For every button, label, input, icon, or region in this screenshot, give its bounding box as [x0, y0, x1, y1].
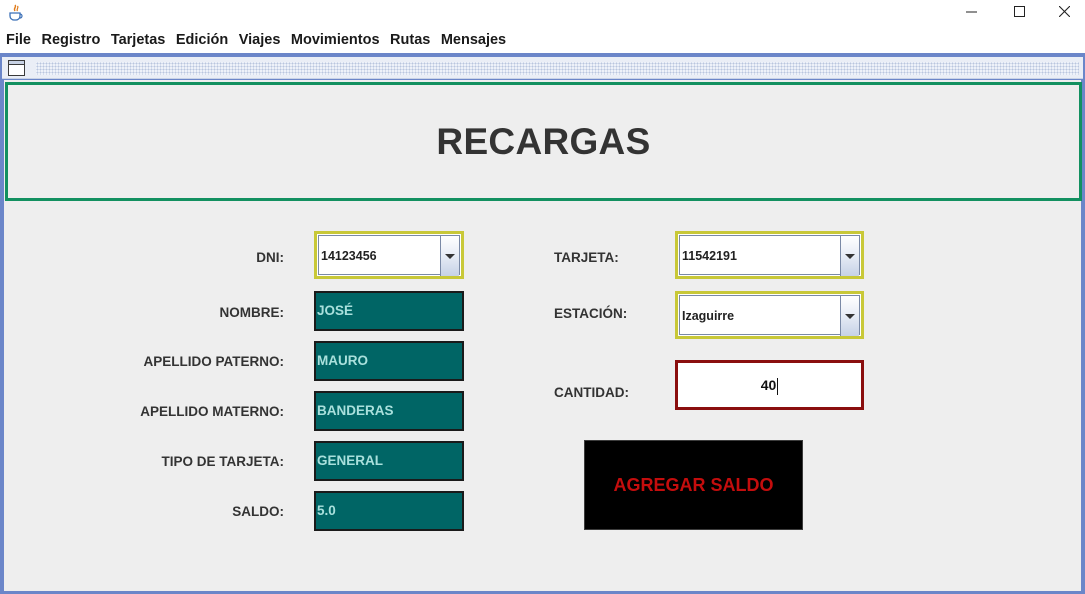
maximize-icon — [1013, 4, 1025, 22]
nombre-field[interactable]: JOSÉ — [314, 291, 464, 331]
cantidad-value: 40 — [760, 377, 777, 393]
apellido-materno-field[interactable]: BANDERAS — [314, 391, 464, 431]
menu-movimientos[interactable]: Movimientos — [287, 28, 386, 52]
dni-value: 14123456 — [321, 249, 377, 263]
agregar-saldo-button[interactable]: AGREGAR SALDO — [584, 440, 803, 530]
dni-label: DNI: — [256, 250, 284, 265]
apellido-paterno-field[interactable]: MAURO — [314, 341, 464, 381]
tarjeta-dropdown-button[interactable] — [840, 236, 859, 276]
text-caret — [777, 377, 779, 395]
tipo-tarjeta-field[interactable]: GENERAL — [314, 441, 464, 481]
dni-combobox[interactable]: 14123456 — [314, 231, 464, 279]
dni-dropdown-button[interactable] — [440, 236, 459, 276]
nombre-label: NOMBRE: — [219, 305, 285, 320]
chevron-down-icon — [445, 253, 455, 259]
saldo-field[interactable]: 5.0 — [314, 491, 464, 531]
title-bar-texture — [36, 62, 1079, 75]
close-icon — [1058, 4, 1070, 22]
apellido-paterno-label: APELLIDO PATERNO: — [143, 354, 285, 369]
window-icon — [8, 60, 25, 76]
menu-edicion[interactable]: Edición — [172, 28, 235, 52]
cantidad-input[interactable]: 40 — [675, 360, 864, 410]
internal-frame-title-bar[interactable] — [2, 57, 1083, 79]
apellido-materno-label: APELLIDO MATERNO: — [140, 404, 284, 419]
menu-registro[interactable]: Registro — [37, 28, 106, 52]
tarjeta-value: 11542191 — [682, 249, 737, 263]
tarjeta-label: TARJETA: — [554, 250, 619, 265]
minimize-icon — [965, 4, 977, 22]
menu-rutas[interactable]: Rutas — [386, 28, 437, 52]
java-cup-icon — [8, 4, 24, 21]
estacion-value: Izaguirre — [682, 309, 735, 323]
chevron-down-icon — [845, 253, 855, 259]
tarjeta-combobox[interactable]: 11542191 — [675, 231, 864, 279]
estacion-dropdown-button[interactable] — [840, 296, 859, 336]
estacion-label: ESTACIÓN: — [554, 306, 628, 321]
page-title: RECARGAS — [436, 120, 651, 162]
window-title-bar — [0, 0, 1085, 26]
tipo-tarjeta-label: TIPO DE TARJETA: — [161, 454, 284, 469]
menu-viajes[interactable]: Viajes — [235, 28, 287, 52]
cantidad-label: CANTIDAD: — [554, 385, 629, 400]
desktop-pane: RECARGAS DNI: NOMBRE: APELLIDO PATERNO: … — [0, 53, 1085, 594]
recargas-panel: RECARGAS DNI: NOMBRE: APELLIDO PATERNO: … — [4, 80, 1082, 591]
menu-bar: File Registro Tarjetas Edición Viajes Mo… — [0, 28, 1085, 52]
close-button[interactable] — [1041, 0, 1085, 26]
menu-mensajes[interactable]: Mensajes — [437, 28, 513, 52]
chevron-down-icon — [845, 313, 855, 319]
saldo-label: SALDO: — [232, 504, 284, 519]
header-panel: RECARGAS — [5, 82, 1082, 201]
estacion-combobox[interactable]: Izaguirre — [675, 291, 864, 339]
menu-tarjetas[interactable]: Tarjetas — [107, 28, 172, 52]
minimize-button[interactable] — [948, 0, 994, 26]
menu-file[interactable]: File — [2, 28, 37, 52]
maximize-button[interactable] — [996, 0, 1042, 26]
